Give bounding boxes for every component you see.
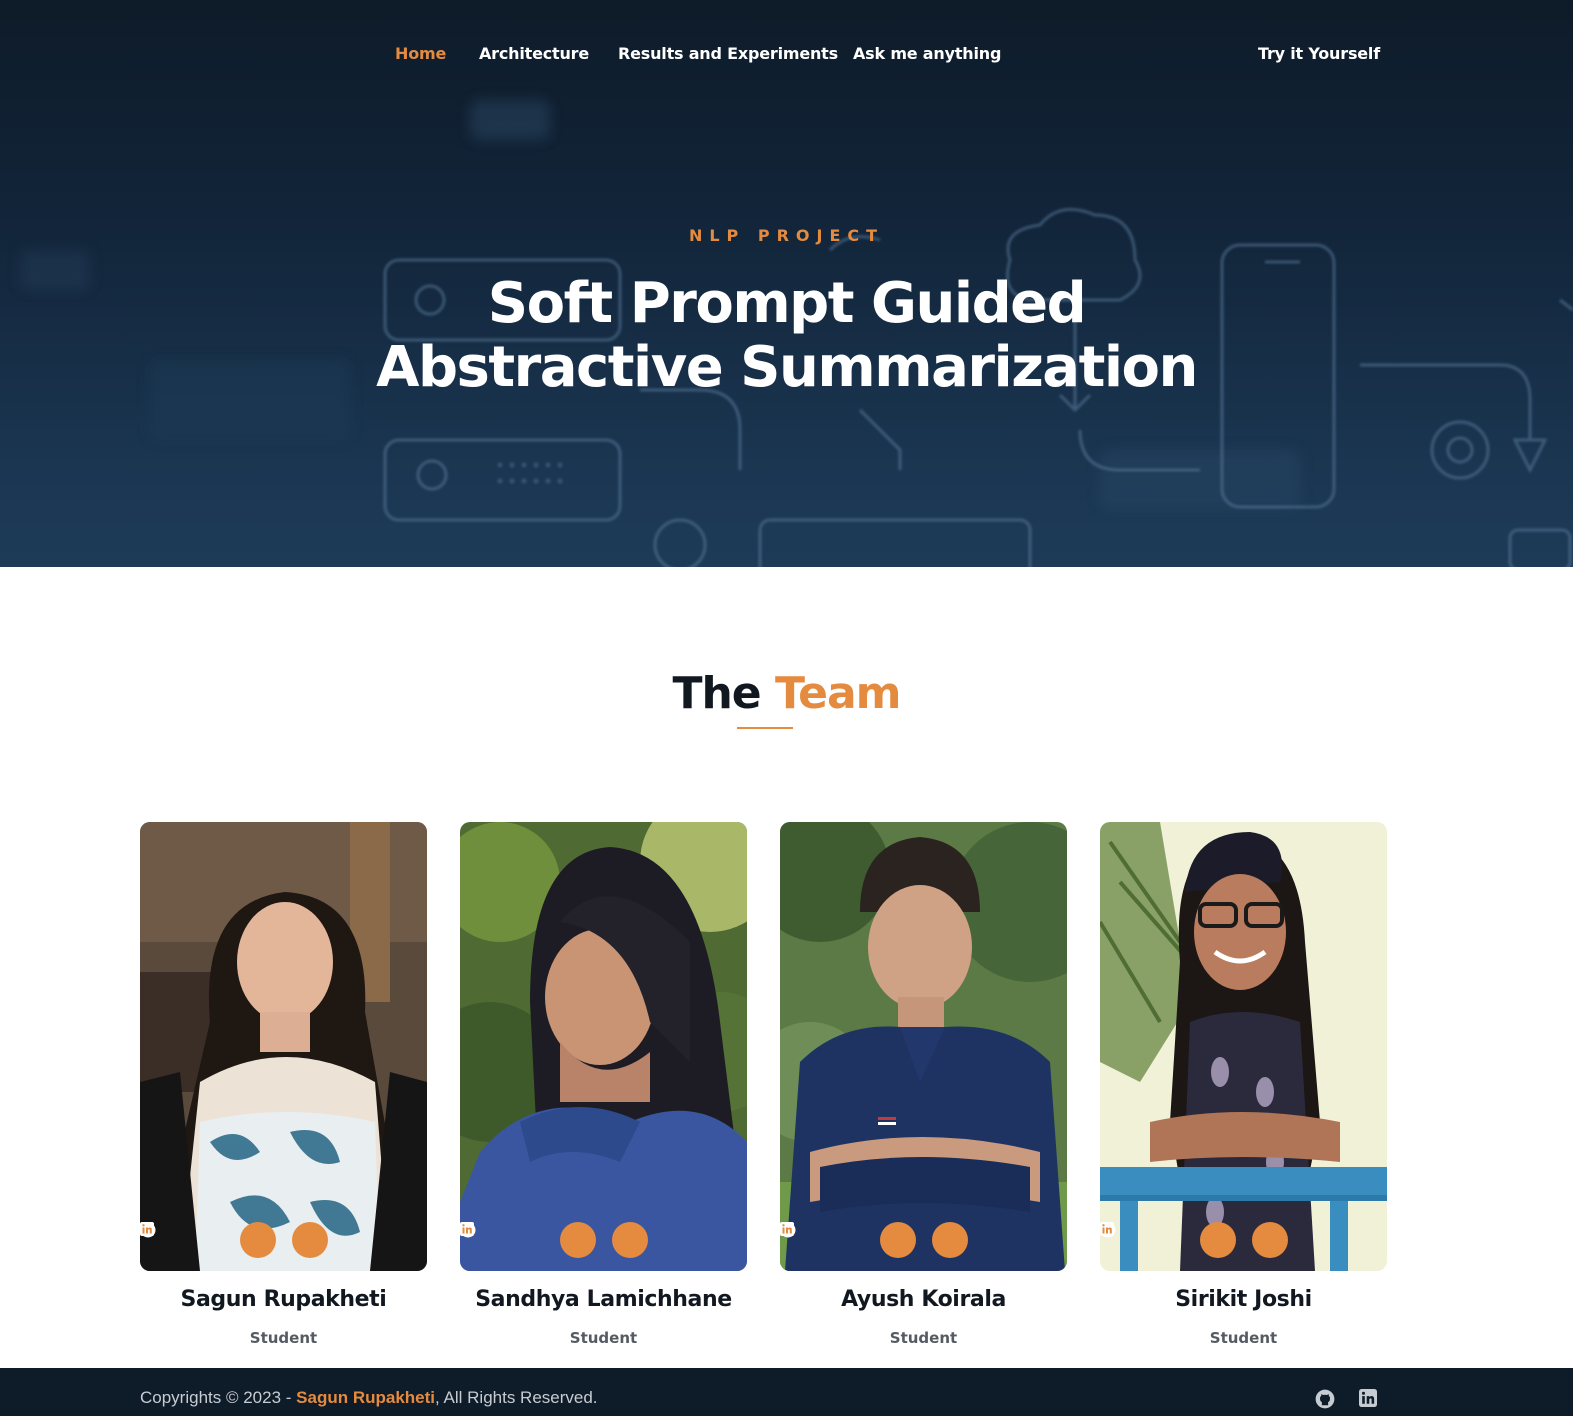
github-link-button[interactable] [780,1222,916,1258]
github-link-button[interactable] [140,1222,276,1258]
github-icon [1315,1389,1335,1409]
member-role: Student [569,1329,638,1347]
member-photo-illustration [1100,822,1387,1271]
nav-item-results-and-experiments[interactable]: Results and Experiments [618,44,838,63]
hero-title-line-1: Soft Prompt Guided [487,271,1087,336]
team-heading-underline [737,727,793,729]
copyright-suffix: , All Rights Reserved. [435,1388,598,1407]
member-photo [140,822,427,1271]
github-link-button[interactable] [1100,1222,1236,1258]
team-card: Sirikit Joshi Student [1100,822,1387,1347]
linkedin-link-button[interactable] [1100,1222,1288,1258]
footer-github-link[interactable] [1315,1389,1335,1409]
linkedin-icon [1359,1389,1377,1407]
footer-linkedin-link[interactable] [1359,1389,1379,1409]
linkedin-link-button[interactable] [140,1222,328,1258]
linkedin-icon [1100,1222,1114,1236]
member-photo [780,822,1067,1271]
member-photo [460,822,747,1271]
member-name: Sandhya Lamichhane [475,1287,732,1312]
hero-section: Home Architecture Results and Experiment… [0,0,1573,567]
member-photo [1100,822,1387,1271]
member-social-links [460,1222,747,1258]
team-heading: The Team [0,668,1573,719]
team-heading-accent: Team [774,668,902,719]
team-heading-plain: The [672,668,761,719]
member-photo-illustration [780,822,1067,1271]
main-nav: Home Architecture Results and Experiment… [0,44,1573,70]
try-it-yourself-button[interactable]: Try it Yourself [1258,44,1380,63]
member-name: Sirikit Joshi [1175,1287,1312,1312]
copyright-text: Copyrights © 2023 - Sagun Rupakheti, All… [140,1388,598,1408]
member-role: Student [1209,1329,1278,1347]
nav-item-home[interactable]: Home [395,44,446,63]
member-name: Sagun Rupakheti [180,1287,387,1312]
linkedin-icon [460,1222,474,1236]
linkedin-icon [780,1222,794,1236]
copyright-prefix: Copyrights © 2023 - [140,1388,297,1407]
member-social-links [140,1222,427,1258]
copyright-author-link[interactable]: Sagun Rupakheti [296,1388,435,1407]
nav-item-ask-me-anything[interactable]: Ask me anything [853,44,1001,63]
linkedin-link-button[interactable] [460,1222,648,1258]
hero-kicker: NLP PROJECT [688,226,885,245]
member-social-links [780,1222,1067,1258]
member-name: Ayush Koirala [841,1287,1006,1312]
linkedin-icon [140,1222,154,1236]
member-photo-illustration [140,822,427,1271]
nav-item-architecture[interactable]: Architecture [479,44,589,63]
team-card: Sagun Rupakheti Student [140,822,427,1347]
team-card: Ayush Koirala Student [780,822,1067,1347]
member-photo-illustration [460,822,747,1271]
team-card: Sandhya Lamichhane Student [460,822,747,1347]
site-footer: Copyrights © 2023 - Sagun Rupakheti, All… [0,1368,1573,1416]
linkedin-link-button[interactable] [780,1222,968,1258]
github-link-button[interactable] [460,1222,596,1258]
member-role: Student [249,1329,318,1347]
hero-title-line-2: Abstractive Summarization [376,335,1198,400]
hero-title: Soft Prompt Guided Abstractive Summariza… [0,272,1573,400]
member-social-links [1100,1222,1387,1258]
member-role: Student [889,1329,958,1347]
